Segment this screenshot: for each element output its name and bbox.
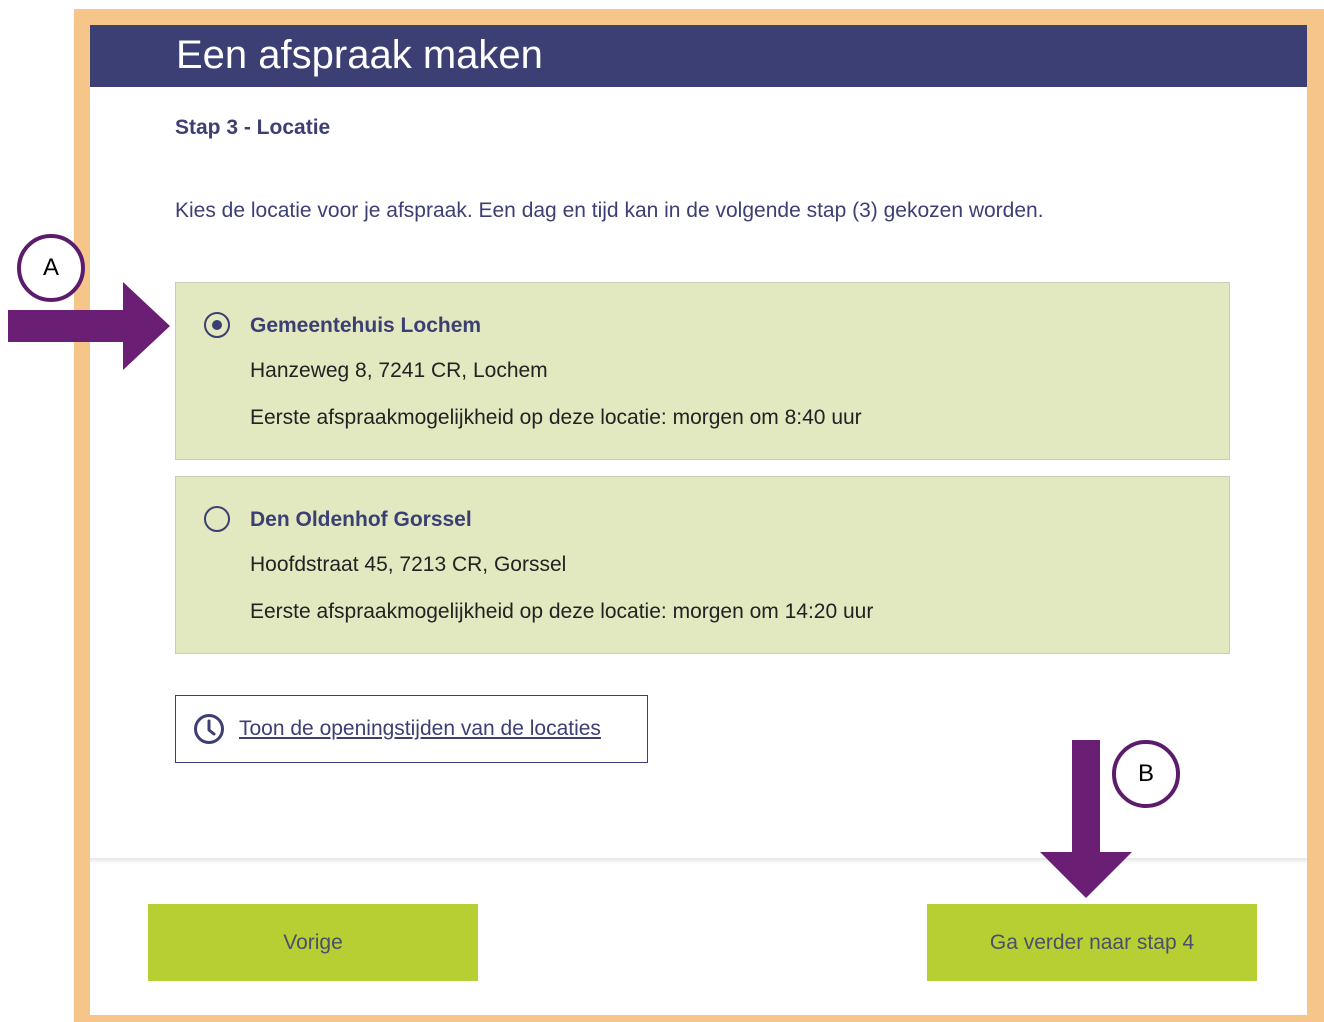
annotation-marker-b: B xyxy=(1112,740,1180,808)
location-name: Den Oldenhof Gorssel xyxy=(250,508,472,531)
location-name: Gemeentehuis Lochem xyxy=(250,314,482,337)
location-first-available: Eerste afspraakmogelijkheid op deze loca… xyxy=(250,406,862,429)
opening-hours-button[interactable]: Toon de openingstijden van de locaties xyxy=(175,695,648,763)
clock-icon xyxy=(194,714,224,744)
step-title: Stap 3 - Locatie xyxy=(175,116,331,139)
next-step-button[interactable]: Ga verder naar stap 4 xyxy=(927,904,1257,981)
radio-unselected[interactable] xyxy=(204,506,230,532)
location-option-lochem[interactable]: Gemeentehuis Lochem Hanzeweg 8, 7241 CR,… xyxy=(175,282,1230,460)
location-address: Hoofdstraat 45, 7213 CR, Gorssel xyxy=(250,553,567,576)
opening-hours-link[interactable]: Toon de openingstijden van de locaties xyxy=(239,717,601,741)
intro-text: Kies de locatie voor je afspraak. Een da… xyxy=(175,199,1044,222)
page-title: Een afspraak maken xyxy=(176,33,543,77)
page-header: Een afspraak maken xyxy=(90,25,1307,87)
location-address: Hanzeweg 8, 7241 CR, Lochem xyxy=(250,359,548,382)
radio-dot-icon xyxy=(211,319,222,330)
annotation-marker-a: A xyxy=(17,234,85,302)
previous-button[interactable]: Vorige xyxy=(148,904,478,981)
location-option-gorssel[interactable]: Den Oldenhof Gorssel Hoofdstraat 45, 721… xyxy=(175,476,1230,654)
location-first-available: Eerste afspraakmogelijkheid op deze loca… xyxy=(250,600,874,623)
radio-selected[interactable] xyxy=(204,312,230,338)
